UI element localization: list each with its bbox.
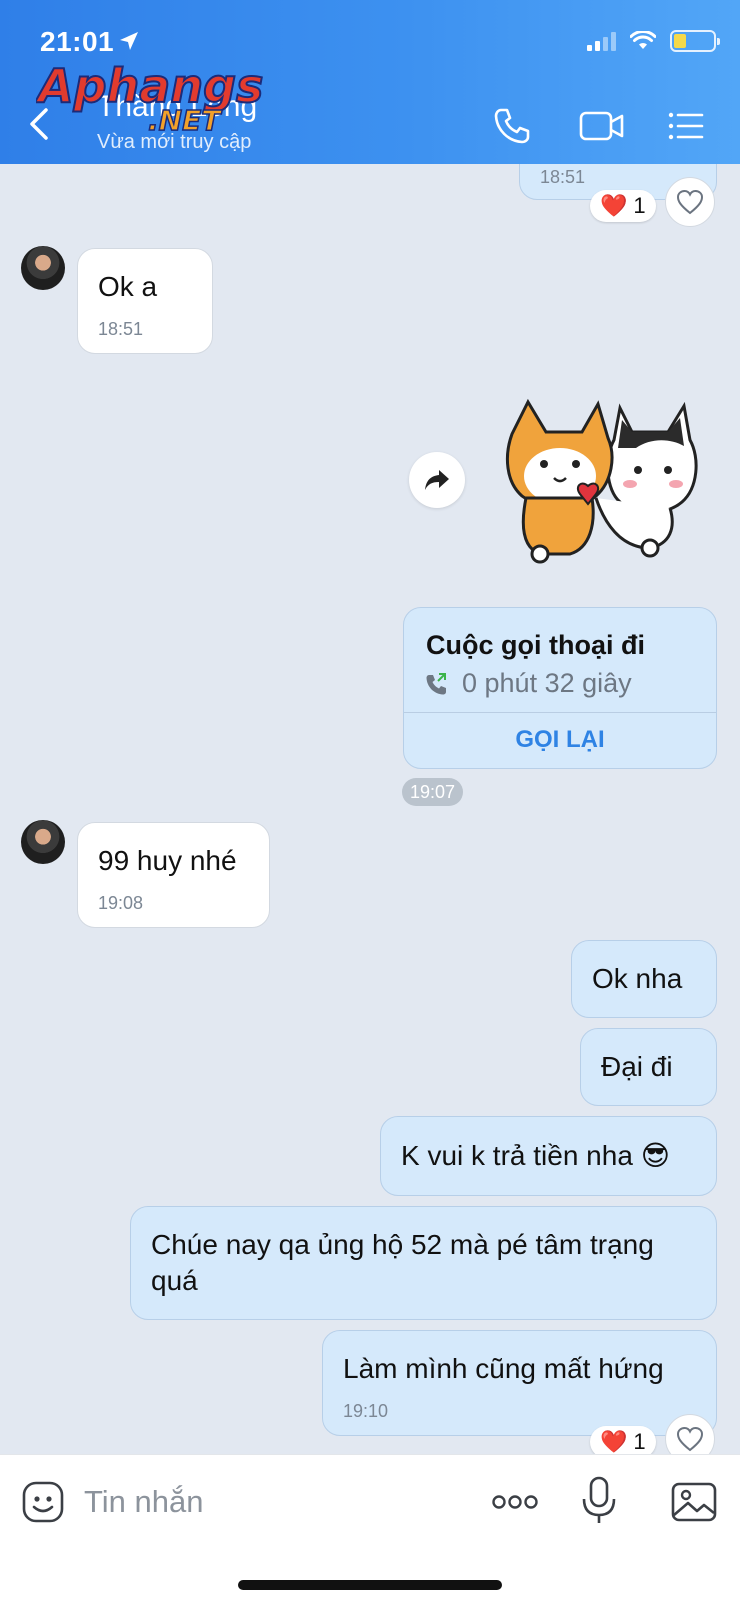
message-text: Ok a: [98, 271, 158, 302]
heart-outline-icon: [676, 1426, 704, 1452]
composer-bar: [0, 1454, 740, 1600]
message-text: Đại đi: [601, 1051, 673, 1082]
message-bubble-received[interactable]: Ok a 18:51: [77, 248, 213, 354]
message-time-chip: 19:07: [402, 778, 464, 806]
presence-status: Vừa mới truy cập: [97, 131, 252, 153]
message-bubble-sent[interactable]: Làm mình cũng mất hứng 19:10: [322, 1330, 717, 1436]
status-indicators: [587, 30, 720, 52]
sunglasses-emoji: 😎: [640, 1140, 670, 1171]
forward-button[interactable]: [409, 452, 465, 508]
message-text: Làm mình cũng mất hứng: [343, 1353, 664, 1384]
react-heart-button[interactable]: [665, 177, 715, 227]
reaction-count: 1: [633, 193, 646, 218]
back-button[interactable]: [22, 104, 58, 144]
message-bubble-sent[interactable]: Chúe nay qa ủng hộ 52 mà pé tâm trạng qu…: [130, 1206, 717, 1320]
heart-outline-icon: [676, 189, 704, 215]
status-time: 21:01: [40, 26, 115, 57]
contact-avatar[interactable]: [21, 820, 65, 864]
shiba-husky-sticker[interactable]: [500, 398, 710, 568]
message-text: 99 huy nhé: [98, 845, 237, 876]
message-bubble-sent[interactable]: Đại đi: [580, 1028, 717, 1106]
video-call-button[interactable]: [578, 104, 626, 148]
message-time: 19:10: [343, 1401, 389, 1421]
message-time: 18:51: [540, 167, 586, 187]
message-input[interactable]: [84, 1477, 464, 1527]
call-duration-row: 0 phút 32 giây: [424, 668, 632, 699]
contact-avatar[interactable]: [21, 246, 65, 290]
chat-header: 21:01 Thắng Long Vừa mới truy cập Aphang…: [0, 0, 740, 164]
forward-arrow-icon: [425, 470, 449, 490]
message-time: 18:51: [98, 319, 144, 339]
sticker-button[interactable]: [20, 1479, 66, 1525]
home-indicator[interactable]: [238, 1580, 502, 1590]
message-bubble-sent[interactable]: K vui k trả tiền nha 😎: [380, 1116, 717, 1196]
wifi-icon: [630, 31, 656, 49]
gallery-button[interactable]: [670, 1479, 718, 1525]
message-time: 19:08: [98, 893, 144, 913]
message-bubble-sent[interactable]: Ok nha: [571, 940, 717, 1018]
more-options-button[interactable]: [490, 1479, 540, 1525]
microphone-button[interactable]: [578, 1475, 620, 1525]
heart-reaction-icon: ❤️: [600, 193, 628, 218]
call-back-button[interactable]: GỌI LẠI: [404, 712, 716, 768]
message-list[interactable]: 18:51 ❤️ 1 Ok a 18:51 Cuộc gọi thoại đi …: [0, 164, 740, 1454]
message-text: Chúe nay qa ủng hộ 52 mà pé tâm trạng qu…: [151, 1229, 654, 1296]
reaction-summary[interactable]: ❤️ 1: [590, 1426, 656, 1454]
heart-reaction-icon: ❤️: [600, 1429, 628, 1454]
message-text: K vui k trả tiền nha 😎: [401, 1140, 670, 1171]
message-bubble-received[interactable]: 99 huy nhé 19:08: [77, 822, 270, 928]
voice-call-card[interactable]: Cuộc gọi thoại đi 0 phút 32 giây GỌI LẠI: [403, 607, 717, 769]
call-duration: 0 phút 32 giây: [462, 668, 632, 698]
phone-call-button[interactable]: [490, 104, 534, 148]
location-arrow-icon: [120, 32, 138, 50]
call-title: Cuộc gọi thoại đi: [426, 630, 645, 660]
reaction-count: 1: [633, 1429, 646, 1454]
cellular-signal-icon: [587, 31, 616, 51]
contact-name[interactable]: Thắng Long: [97, 90, 257, 124]
battery-icon: [670, 30, 720, 52]
reaction-summary[interactable]: ❤️ 1: [590, 190, 656, 222]
chat-options-menu-button[interactable]: [666, 104, 706, 148]
outgoing-call-icon: [426, 672, 446, 694]
message-text: Ok nha: [592, 963, 683, 994]
